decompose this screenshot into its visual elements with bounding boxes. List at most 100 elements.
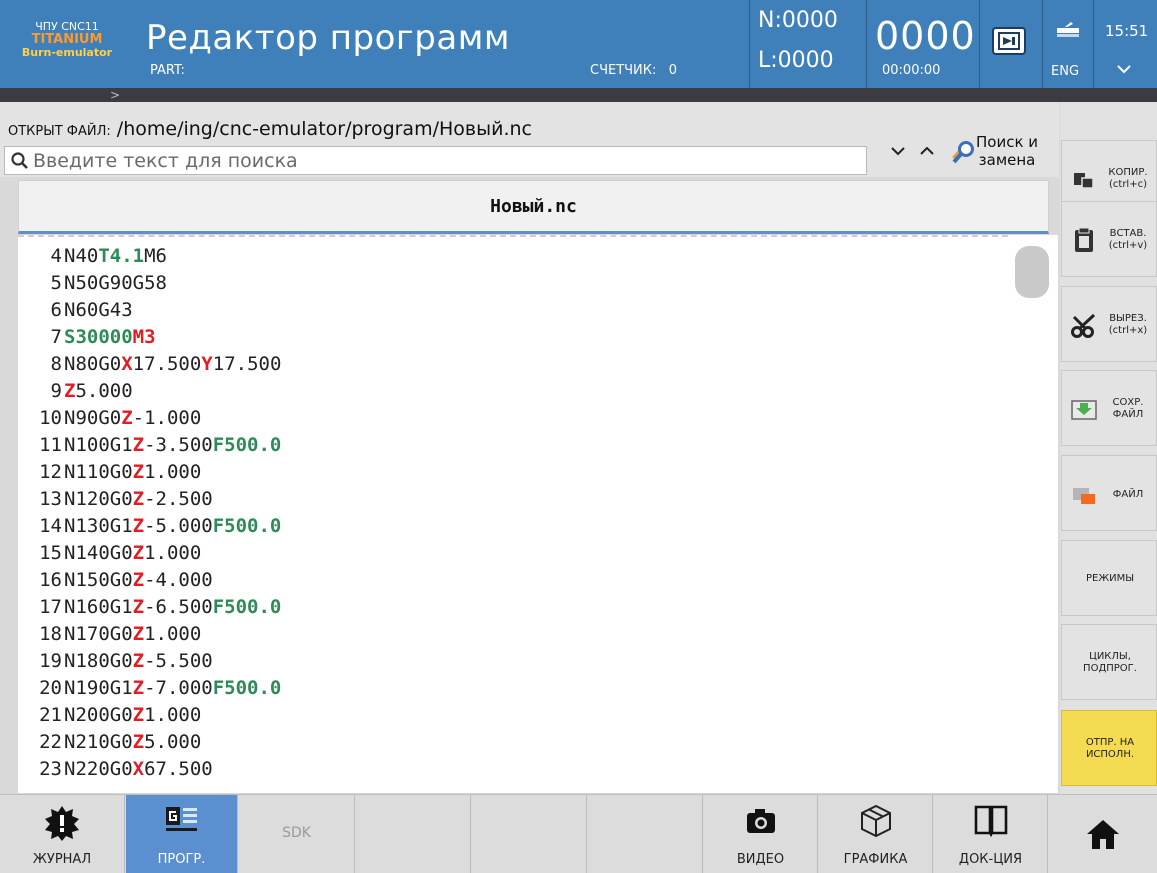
code-token: N140G0 [64,542,133,564]
code-line[interactable]: 5 N50G90G58 [18,272,167,295]
language-switch[interactable]: ENG [1042,0,1092,88]
editor-scrollbar[interactable] [1008,235,1058,793]
clock-cell[interactable]: 15:51 [1093,0,1157,88]
line-number: 6 [50,299,62,321]
code-token: -1.000 [132,407,202,429]
graphics-button[interactable]: ГРАФИКА [819,795,933,873]
code-token: -7.000 [144,677,213,699]
code-line[interactable]: 6 N60G43 [18,299,133,322]
code-line[interactable]: 8 N80G0X17.500Y17.500 [18,353,282,376]
code-line[interactable]: 19 N180G0Z-5.500 [18,650,213,673]
code-line[interactable]: 13 N120G0Z-2.500 [18,488,213,511]
send-to-execution-button[interactable]: ОТПР. НА ИСПОЛН. [1061,710,1157,786]
code-line[interactable]: 18 N170G0Z1.000 [18,623,201,646]
code-line[interactable]: 16 N150G0Z-4.000 [18,569,213,592]
chevron-up-icon [920,146,934,155]
code-token: N110G0 [64,461,133,483]
file-button[interactable]: ФАЙЛ [1061,455,1157,531]
video-button[interactable]: ВИДЕО [704,795,818,873]
search-replace-label: Поиск и замена [976,133,1038,169]
journal-button[interactable]: ЖУРНАЛ [0,795,125,873]
code-token: Z [132,434,145,456]
home-button[interactable] [1049,795,1157,873]
sdk-button[interactable]: SDK [239,795,355,873]
tab-file-label: Новый.nc [490,196,577,217]
search-next-button[interactable] [883,128,911,176]
code-token: -5.500 [144,650,213,672]
line-number: 19 [39,650,62,672]
code-line[interactable]: 22 N210G0Z5.000 [18,731,201,754]
paste-icon [1075,227,1093,252]
top-status-bar: ЧПУ CNC11 TITANIUM Burn-emulator Редакто… [0,0,1157,88]
code-line[interactable]: 10 N90G0Z-1.000 [18,407,201,430]
search-input[interactable] [33,149,853,173]
scrollbar-thumb[interactable] [1015,246,1049,298]
code-token: Z [132,650,145,672]
code-line[interactable]: 21 N200G0Z1.000 [18,704,201,727]
code-line[interactable]: 20 N190G1Z-7.000F500.0 [18,677,281,700]
save-file-button[interactable]: СОХР. ФАЙЛ [1061,370,1157,446]
search-prev-button[interactable] [912,128,940,176]
code-line[interactable]: 14 N130G1Z-5.000F500.0 [18,515,281,538]
code-editor[interactable]: 4 N40T4.1M6 5 N50G90G58 6 N60G43 7 S30000M3 8 N80… [18,235,1008,793]
code-line[interactable]: 15 N140G0Z1.000 [18,542,201,565]
code-token: N220G0 [64,758,133,780]
page-title: Редактор программ [146,18,510,58]
code-line[interactable]: 11 N100G1Z-3.500F500.0 [18,434,281,457]
code-line[interactable]: 4 N40T4.1M6 [18,245,167,268]
graphics-label: ГРАФИКА [843,852,908,867]
cut-button[interactable]: ВЫРЕЗ. (ctrl+x) [1061,286,1157,362]
breadcrumb-bar: > [0,88,1157,102]
empty-slot-3 [588,795,703,873]
code-line[interactable]: 7 S30000M3 [18,326,156,349]
big-counter-value: 0000 [875,14,976,58]
l-value: L:0000 [758,48,834,73]
line-number: 13 [39,488,62,510]
send-label-2: ИСПОЛН. [1085,749,1135,760]
search-replace-button[interactable]: Поиск и замена [941,128,1059,176]
n-l-readout: N:0000 L:0000 [749,0,865,88]
scissors-icon [1071,313,1096,338]
program-editor-icon [165,807,197,831]
code-line[interactable]: 12 N110G0Z1.000 [18,461,201,484]
line-number: 8 [50,353,62,375]
modes-button[interactable]: РЕЖИМЫ [1061,540,1157,616]
docs-button[interactable]: ДОК-ЦИЯ [934,795,1048,873]
cycles-label-2: ПОДПРОГ. [1083,663,1137,674]
code-line[interactable]: 23 N220G0X67.500 [18,758,213,781]
counter-value: 0 [668,63,678,78]
code-token: M6 [144,245,167,267]
code-token: N160G1 [64,596,133,618]
paste-button[interactable]: ВСТАВ. (ctrl+v) [1061,201,1157,277]
code-token: -2.500 [144,488,213,510]
program-label: ПРОГР. [157,852,206,867]
line-number: 14 [39,515,62,537]
code-token: N120G0 [64,488,133,510]
code-token: X [121,353,133,375]
line-number: 21 [39,704,62,726]
screen-switch-button[interactable] [979,0,1041,88]
tab-file[interactable]: Новый.nc [18,180,1049,234]
program-button[interactable]: ПРОГР. [126,795,238,873]
save-label-2: ФАЙЛ [1112,409,1144,420]
line-number: 16 [39,569,62,591]
code-line[interactable]: 17 N160G1Z-6.500F500.0 [18,596,281,619]
code-token: Z [132,542,145,564]
code-token: 5.000 [144,731,202,753]
camera-icon [746,809,775,833]
line-number: 15 [39,542,62,564]
search-replace-label-2: замена [978,151,1036,169]
code-token: F500.0 [212,596,282,618]
open-file-path: /home/ing/cnc-emulator/program/Новый.nc [116,118,532,140]
code-token: Z [121,407,133,429]
code-token: Z [64,380,76,402]
send-label-1: ОТПР. НА [1085,737,1135,748]
send-label: ОТПР. НА ИСПОЛН. [1062,737,1157,761]
code-line[interactable]: 9 Z5.000 [18,380,133,403]
code-token: N180G0 [64,650,133,672]
save-file-label: СОХР. ФАЙЛ [1100,397,1156,421]
code-token: N100G1 [64,434,133,456]
code-token: Z [132,596,145,618]
language-label: ENG [1051,64,1080,79]
cycles-button[interactable]: ЦИКЛЫ, ПОДПРОГ. [1061,624,1157,700]
